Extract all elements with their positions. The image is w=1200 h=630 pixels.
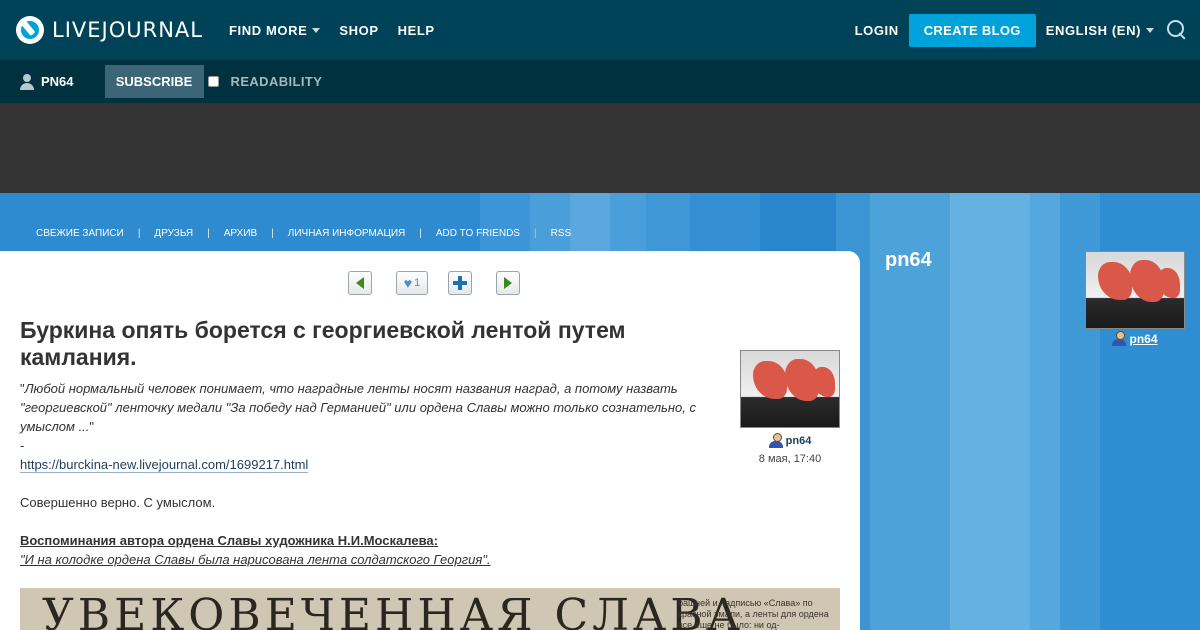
livejournal-logo[interactable]: LIVEJOURNAL [16, 0, 203, 60]
quote-text: Любой нормальный человек понимает, что н… [20, 381, 696, 434]
entry-dash: - [20, 438, 25, 453]
nav-separator: | [271, 228, 274, 239]
journal-nav-recent[interactable]: СВЕЖИЕ ЗАПИСИ [36, 228, 124, 239]
entry-card: ♥ 1 Буркина опять борется с георгиевской… [0, 251, 860, 630]
user-icon [20, 73, 34, 90]
newspaper-scan-image: УВЕКОВЕЧЕННАЯ СЛАВА башней и надписью «С… [20, 588, 840, 630]
readability-toggle[interactable]: READABILITY [207, 74, 323, 89]
author-name: pn64 [785, 434, 812, 447]
scan-headline: УВЕКОВЕЧЕННАЯ СЛАВА [42, 590, 744, 630]
like-button[interactable]: ♥ 1 [396, 271, 428, 295]
language-label: ENGLISH (EN) [1045, 22, 1141, 38]
nav-shop[interactable]: SHOP [339, 23, 378, 38]
source-link[interactable]: https://burckina-new.livejournal.com/169… [20, 457, 309, 473]
journal-owner-link[interactable]: PN64 [20, 73, 74, 90]
site-header: LIVEJOURNAL FIND MORE SHOP HELP LOGIN CR… [0, 0, 1200, 60]
language-selector[interactable]: ENGLISH (EN) [1046, 23, 1154, 38]
entry-body: "Любой нормальный человек понимает, что … [20, 379, 720, 569]
readability-checkbox[interactable] [207, 76, 219, 87]
author-link[interactable]: pn64 [740, 433, 840, 448]
journal-nav-add-to-friends[interactable]: ADD TO FRIENDS [436, 228, 520, 239]
like-count: 1 [414, 277, 421, 289]
nav-shop-label: SHOP [339, 22, 379, 38]
search-icon[interactable] [1166, 19, 1188, 41]
login-link[interactable]: LOGIN [855, 23, 899, 38]
chevron-down-icon [1146, 27, 1154, 33]
journal-nav-rss[interactable]: RSS [551, 228, 572, 239]
entry-date: 8 мая, 17:40 [758, 453, 822, 465]
header-actions: LOGIN CREATE BLOG ENGLISH (EN) [855, 0, 1200, 60]
main-nav: FIND MORE SHOP HELP [229, 23, 454, 38]
user-icon [768, 433, 783, 448]
journal-nav-friends[interactable]: ДРУЗЬЯ [154, 228, 193, 239]
logo-text: LIVEJOURNAL [52, 18, 203, 42]
nav-separator: | [137, 228, 141, 239]
plus-icon [453, 276, 467, 290]
arrow-left-icon [356, 277, 364, 289]
nav-separator: | [533, 228, 537, 239]
arrow-right-icon [504, 277, 512, 289]
author-userpic[interactable] [740, 350, 840, 428]
memoir-quote: "И на колодке ордена Славы была нарисова… [20, 552, 491, 567]
quote-close-mark: " [89, 419, 95, 434]
add-to-memories-button[interactable] [448, 271, 472, 295]
sidebar-userpic[interactable] [1085, 251, 1185, 329]
entry-author-box: pn64 8 мая, 17:40 [740, 350, 840, 465]
entry-quote: "Любой нормальный человек понимает, что … [20, 379, 720, 436]
subscribe-button[interactable]: SUBSCRIBE [104, 65, 204, 98]
next-entry-button[interactable] [496, 271, 520, 295]
livejournal-logo-icon [16, 16, 44, 44]
sidebar-user-link[interactable]: pn64 [1085, 331, 1185, 346]
entry-comment: Совершенно верно. С умыслом. [20, 495, 216, 510]
chevron-down-icon [312, 27, 321, 33]
journal-nav: СВЕЖИЕ ЗАПИСИ | ДРУЗЬЯ | АРХИВ | ЛИЧНАЯ … [36, 228, 571, 239]
entry-tools: ♥ 1 [348, 271, 544, 295]
ad-banner-area [0, 103, 1200, 193]
user-icon [1112, 331, 1127, 346]
nav-help-label: HELP [397, 22, 435, 38]
sidebar-journal-title: pn64 [885, 249, 932, 271]
entry-title: Буркина опять борется с георгиевской лен… [20, 317, 626, 370]
nav-help[interactable]: HELP [398, 23, 435, 38]
journal-nav-archive[interactable]: АРХИВ [224, 228, 257, 239]
previous-entry-button[interactable] [348, 271, 372, 295]
journal-nav-profile[interactable]: ЛИЧНАЯ ИНФОРМАЦИЯ [288, 228, 405, 239]
journal-owner-name: PN64 [41, 74, 74, 89]
nav-separator: | [207, 228, 210, 239]
nav-find-more-label: FIND MORE [229, 22, 308, 38]
nav-separator: | [419, 228, 422, 239]
scan-text: башней и надписью «Слава» по красной эма… [678, 598, 829, 630]
journal-toolbar: PN64 SUBSCRIBE READABILITY [0, 60, 1200, 103]
source-link-line: https://burckina-new.livejournal.com/169… [20, 455, 720, 474]
heart-icon: ♥ [403, 275, 413, 291]
sidebar-username: pn64 [1129, 331, 1158, 346]
create-blog-button[interactable]: CREATE BLOG [908, 13, 1036, 47]
memoir-heading: Воспоминания автора ордена Славы художни… [20, 533, 438, 548]
nav-find-more[interactable]: FIND MORE [229, 22, 321, 38]
readability-label: READABILITY [230, 74, 323, 89]
